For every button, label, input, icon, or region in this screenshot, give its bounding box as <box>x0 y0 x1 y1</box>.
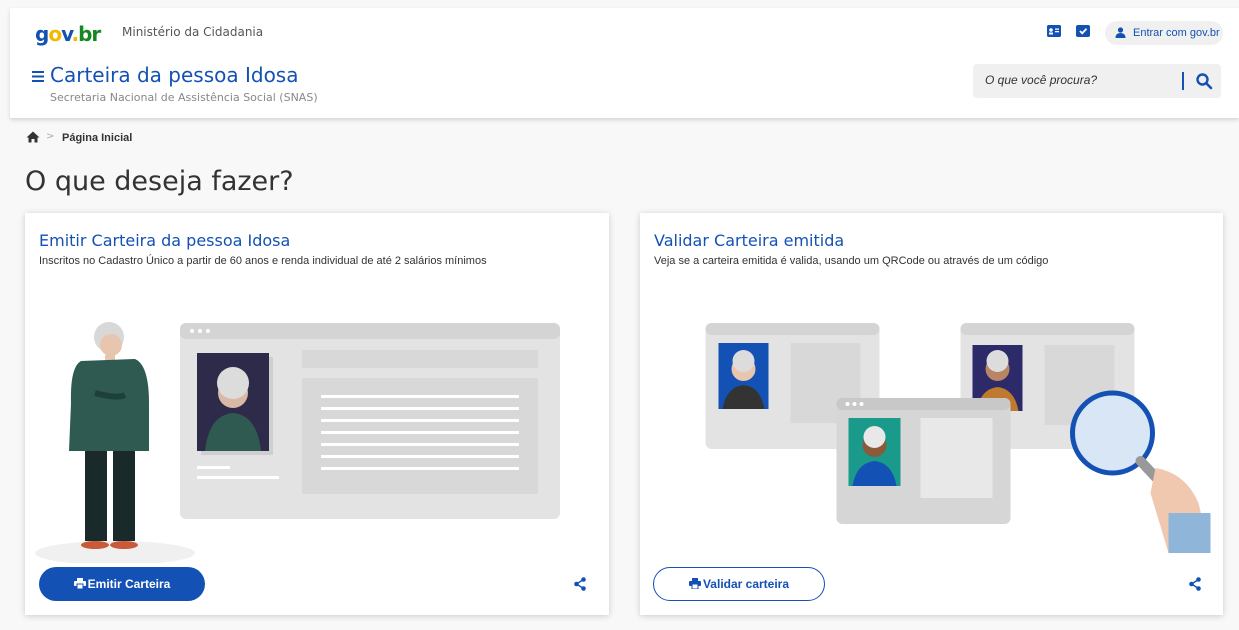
card-description: Inscritos no Cadastro Único a partir de … <box>39 255 487 267</box>
validate-card-button[interactable]: Validar carteira <box>653 567 825 601</box>
home-icon[interactable] <box>26 131 40 143</box>
validate-card-button-label: Validar carteira <box>702 577 790 591</box>
system-subtitle: Secretaria Nacional de Assistência Socia… <box>50 91 318 104</box>
login-button[interactable]: Entrar com gov.br <box>1105 21 1223 45</box>
checkbox-icon[interactable] <box>1076 25 1090 37</box>
share-icon[interactable] <box>1189 577 1201 591</box>
search-bar <box>973 64 1221 98</box>
validate-card: Validar Carteira emitida Veja se a carte… <box>640 213 1223 615</box>
user-icon <box>1115 27 1126 38</box>
login-label: Entrar com gov.br <box>1133 27 1220 39</box>
search-icon[interactable] <box>1195 72 1213 90</box>
issue-card-button[interactable]: Emitir Carteira <box>39 567 205 601</box>
search-input[interactable] <box>985 73 1165 87</box>
site-header: gov.br Ministério da Cidadania Entrar co… <box>10 8 1239 118</box>
card-title: Emitir Carteira da pessoa Idosa <box>39 231 291 250</box>
page-title: O que deseja fazer? <box>25 166 294 197</box>
share-icon[interactable] <box>574 577 586 591</box>
elderly-card-illustration <box>35 322 560 563</box>
printer-icon <box>688 578 701 589</box>
printer-icon <box>73 578 86 589</box>
breadcrumb-current: Página Inicial <box>62 132 133 144</box>
search-divider <box>1182 72 1184 90</box>
id-card-icon[interactable] <box>1047 25 1061 37</box>
validation-illustration <box>705 323 1211 553</box>
breadcrumb-separator: > <box>46 131 55 142</box>
govbr-logo[interactable]: gov.br <box>35 22 101 46</box>
card-description: Veja se a carteira emitida é valida, usa… <box>654 255 1049 267</box>
hamburger-icon[interactable] <box>32 66 44 87</box>
issue-card-button-label: Emitir Carteira <box>87 577 171 591</box>
card-title: Validar Carteira emitida <box>654 231 845 250</box>
ministry-name: Ministério da Cidadania <box>122 25 264 39</box>
system-title[interactable]: Carteira da pessoa Idosa <box>50 63 299 87</box>
issue-card: Emitir Carteira da pessoa Idosa Inscrito… <box>25 213 609 615</box>
